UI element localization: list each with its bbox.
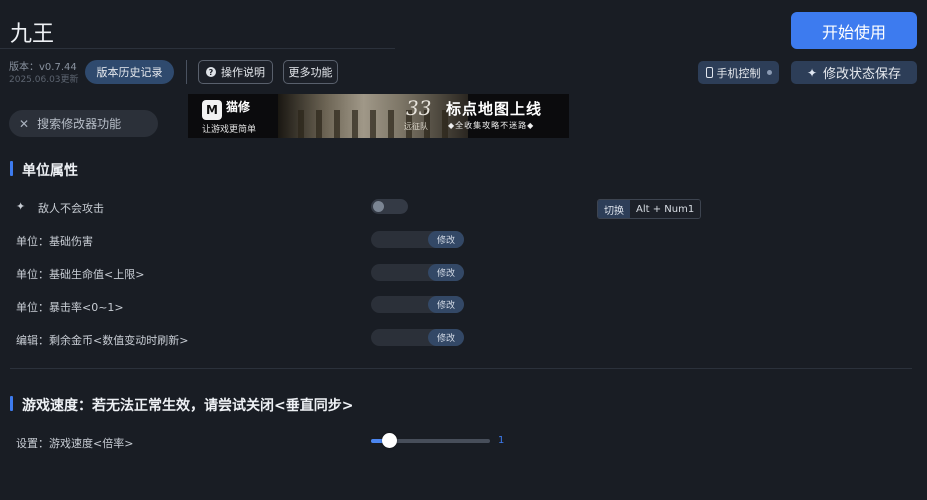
speed-slider-value: 1: [498, 435, 505, 446]
edit-field-gold[interactable]: 修改: [371, 329, 464, 346]
banner-brand: 猫修: [226, 100, 251, 114]
more-features-button[interactable]: 更多功能: [283, 60, 338, 84]
brand-logo-icon: M: [202, 100, 222, 120]
title-divider: [0, 48, 395, 49]
modify-button[interactable]: 修改: [428, 329, 464, 346]
status-dot-icon: [766, 70, 772, 75]
tools-icon: ✕: [19, 116, 30, 131]
banner-headline: 标点地图上线: [446, 100, 543, 118]
section-marker: [10, 161, 13, 176]
version-number: 版本：v0.7.44: [9, 62, 77, 73]
toggle-knob: [373, 201, 384, 212]
hotkey-action[interactable]: 切换: [598, 200, 630, 218]
help-button[interactable]: ? 操作说明: [198, 60, 273, 84]
version-date: 2025.06.03更新: [9, 75, 79, 85]
sparkle-icon: ✦: [16, 200, 26, 213]
edit-field-base-hp[interactable]: 修改: [371, 264, 464, 281]
row-label-game-speed: 设置：游戏速度<倍率>: [16, 437, 134, 450]
modify-button[interactable]: 修改: [428, 264, 464, 281]
modify-button[interactable]: 修改: [428, 296, 464, 313]
section-marker: [10, 396, 13, 411]
section-divider: [10, 368, 912, 369]
help-button-label: 操作说明: [221, 66, 265, 79]
banner-tagline-left: 让游戏更简单: [202, 125, 257, 135]
section-title-speed: 游戏速度：若无法正常生效，请尝试关闭<垂直同步>: [22, 398, 354, 414]
row-label-gold: 编辑：剩余金币<数值变动时刷新>: [16, 334, 189, 347]
version-history-button[interactable]: 版本历史记录: [85, 60, 174, 84]
sparkle-icon: ✦: [806, 65, 818, 80]
question-icon: ?: [206, 67, 216, 77]
save-state-label: 修改状态保存: [823, 67, 902, 82]
phone-control-button[interactable]: 手机控制: [698, 61, 779, 84]
banner-number: 33: [406, 96, 432, 120]
modify-button[interactable]: 修改: [428, 231, 464, 248]
search-box[interactable]: ✕: [9, 110, 158, 137]
row-label-crit-rate: 单位：暴击率<0~1>: [16, 301, 124, 314]
phone-control-label: 手机控制: [716, 66, 761, 80]
row-label-base-hp: 单位：基础生命值<上限>: [16, 268, 145, 281]
start-button[interactable]: 开始使用: [791, 12, 917, 49]
edit-field-base-damage[interactable]: 修改: [371, 231, 464, 248]
hotkey-binding[interactable]: 切换 Alt + Num1: [597, 199, 702, 219]
app-title: 九王: [10, 22, 55, 47]
toggle-no-attack[interactable]: [371, 199, 408, 214]
version-info: 版本：v0.7.44 2025.06.03更新: [9, 62, 79, 86]
row-label-base-damage: 单位：基础伤害: [16, 235, 93, 248]
section-title-unit: 单位属性: [22, 163, 78, 179]
toolbar-divider: [186, 60, 187, 84]
phone-icon: [705, 67, 713, 78]
banner-tagline-right: ◆全收集攻略不迷路◆: [448, 121, 535, 130]
edit-field-crit-rate[interactable]: 修改: [371, 296, 464, 313]
speed-slider-handle[interactable]: [382, 433, 397, 448]
banner-number-sub: 远征队: [404, 122, 428, 131]
search-input[interactable]: [37, 116, 138, 131]
save-state-button[interactable]: ✦ 修改状态保存: [791, 61, 917, 84]
row-label-no-attack: 敌人不会攻击: [38, 202, 104, 215]
promo-banner[interactable]: M 猫修 让游戏更简单 33 远征队 标点地图上线 ◆全收集攻略不迷路◆: [188, 94, 569, 138]
hotkey-keys[interactable]: Alt + Num1: [630, 200, 701, 218]
